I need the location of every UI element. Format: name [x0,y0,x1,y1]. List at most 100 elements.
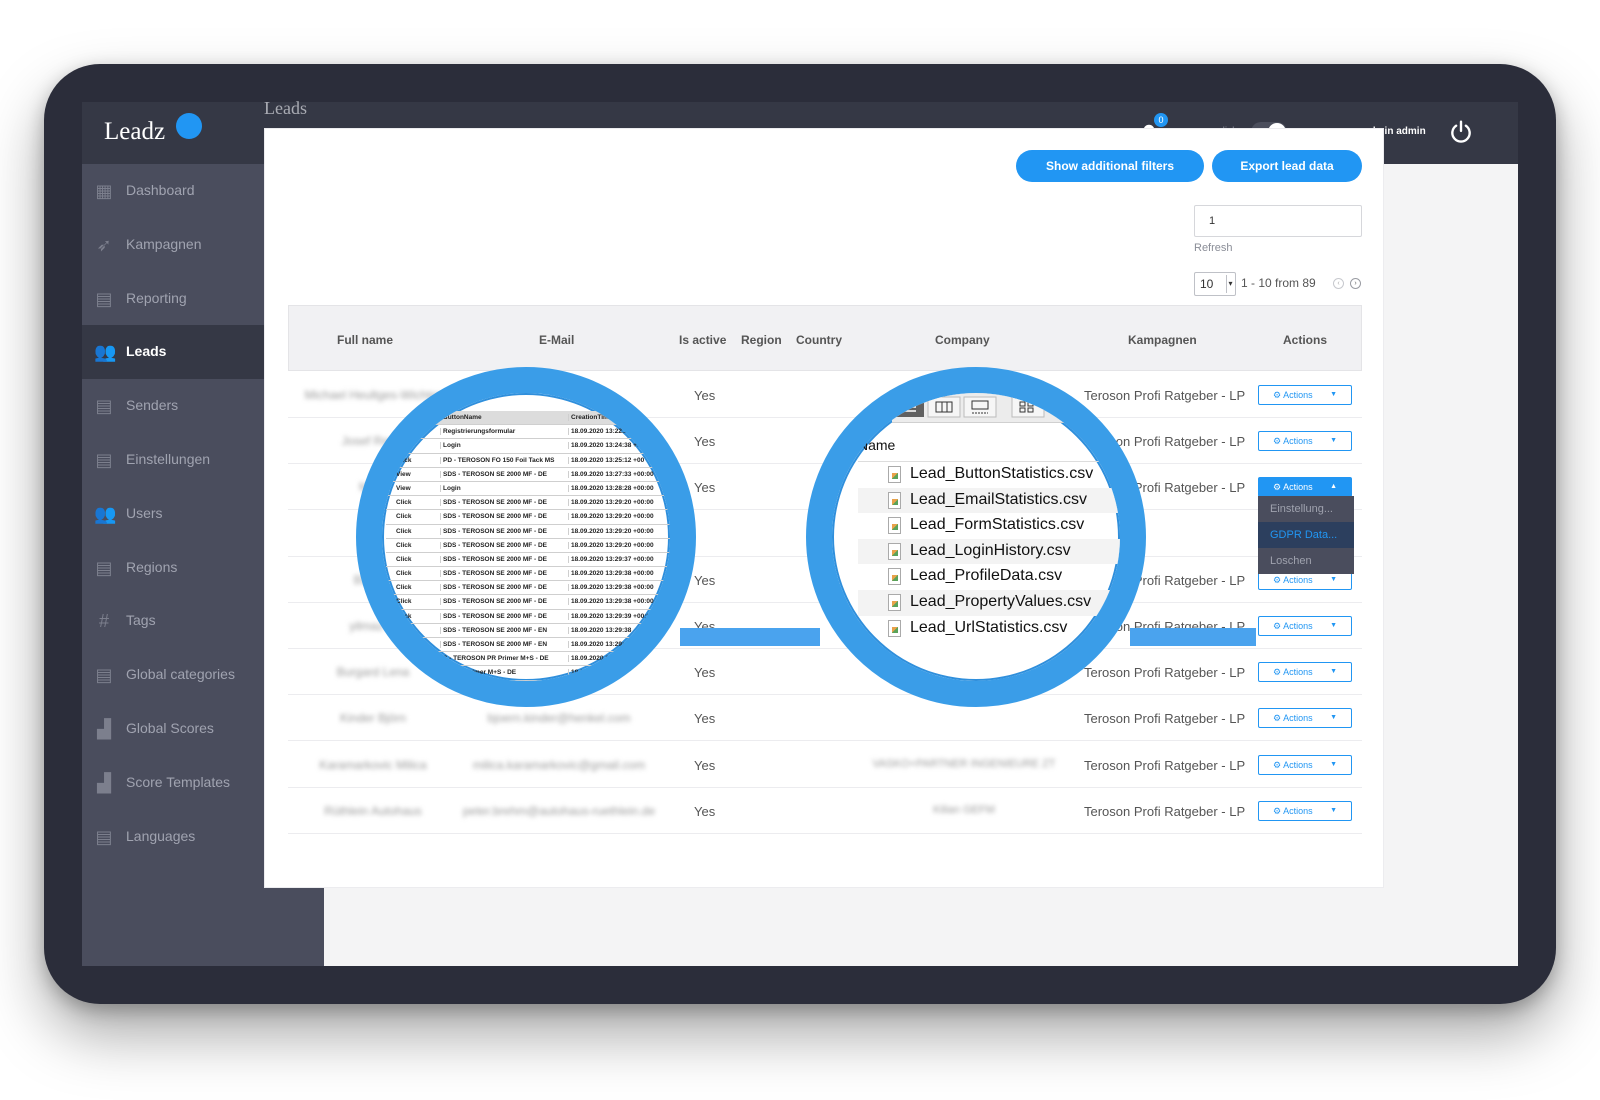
table-row[interactable]: Rüthlein Autohaus peter.brehm@autohaus-ru… [288,788,1362,834]
sheet-cell: Click [396,555,412,563]
prev-page-icon[interactable]: ‹ [1333,278,1344,289]
cell-is-active: Yes [694,480,716,496]
sheet-cell: View [396,470,411,478]
power-icon[interactable] [1448,119,1474,145]
sidebar-item-label: Global categories [126,666,235,683]
cell-kampagnen: Teroson Profi Ratgeber - LP [1084,757,1246,773]
actions-button-label: Actions [1283,805,1313,816]
file-row[interactable]: Lead_ButtonStatistics.csv [858,462,1120,488]
menu-item-settings[interactable]: Einstellung... [1258,496,1354,522]
sheet-cell: SDS - TEROSON SE 2000 MF - EN [440,626,564,634]
sidebar-item-label: Global Scores [126,720,214,736]
actions-button[interactable]: ⚙ Actions ▼ [1258,662,1352,683]
bar-chart-icon: ▟ [97,772,111,793]
document-icon: ▤ [95,396,113,417]
file-row[interactable]: Lead_PropertyValues.csv [858,589,1120,616]
sheet-cell: View [396,484,411,492]
csv-file-icon [888,619,901,637]
refresh-link[interactable]: Refresh [1194,242,1233,254]
sheet-cell: 18.09.2020 13:29:38 +00:00 [568,570,670,578]
sheet-cell: 18.09.2020 13:29:38 +00:00 [568,584,670,592]
sheet-cell: 18.09.2020 13:29:38 +00:00 [568,598,670,606]
gear-icon: ⚙ [1273,667,1284,678]
rocket-icon: ➶ [96,234,112,255]
sheet-cell: Click [396,641,412,648]
header-company[interactable]: Company [935,333,990,347]
cell-is-active: Yes [694,711,716,727]
sheet-row: Click SDS - TEROSON SE 2000 MF - DE 18.09.… [386,581,670,596]
table-row[interactable]: Karamarkovic Milica milica.karamarkovic@g… [288,742,1362,788]
zoom-lens-spreadsheet: ButtonName CreationTime Registrierungsform… [356,367,696,707]
actions-button-label: Actions [1283,621,1313,631]
header-region[interactable]: Region [741,333,782,347]
sheet-cell: 18.09.2020 13:29:20 +00:00 [568,513,670,521]
header-kampagnen[interactable]: Kampagnen [1128,333,1197,347]
show-filters-button[interactable]: Show additional filters [1016,150,1204,182]
file-row[interactable]: Lead_LoginHistory.csv [858,538,1120,565]
cell-kampagnen: Teroson Profi Ratgeber - LP [1084,665,1246,681]
header-full-name[interactable]: Full name [337,333,393,347]
sheet-cell: 18.09.2020 13:2 [568,669,670,677]
actions-button[interactable]: ⚙ Actions ▼ [1258,431,1352,452]
header-is-active[interactable]: Is active [679,333,726,347]
actions-button[interactable]: ⚙ Actions ▼ [1258,754,1352,775]
sidebar-item-label: Users [126,504,163,521]
file-row[interactable]: Lead_FormStatistics.csv [858,513,1120,539]
chevron-down-icon: ▼ [1330,391,1337,398]
csv-file-icon [888,517,901,535]
sheet-cell: SDS - TEROSON SE 2000 MF - DE [440,555,564,563]
sheet-cell: SDS - TEROSON SE 2000 MF - DE [440,499,564,507]
chevron-down-icon: ▼ [1330,760,1337,768]
export-lead-data-button[interactable]: Export lead data [1212,150,1362,182]
actions-button[interactable]: ⚙ Actions ▼ [1258,385,1352,405]
file-row[interactable]: Lead_EmailStatistics.csv [858,487,1120,514]
sheet-row: View Login 18.09.2020 13:28:28 +00:00 [386,482,670,497]
csv-file-icon [888,466,901,483]
sheet-cell: Click [396,570,412,578]
sheet-row: Click SDS - TEROSON SE 2000 MF - DE 18.09.… [386,525,670,539]
actions-button[interactable]: ⚙ Actions ▼ [1258,708,1352,729]
sidebar-item-label: Reporting [126,289,187,306]
sidebar-item-label: Score Templates [126,773,231,790]
view-mode-icons[interactable] [892,393,1112,423]
sheet-cell: ButtonName [440,414,564,421]
chevron-down-icon: ▼ [1330,806,1337,814]
actions-button[interactable]: ⚙ Actions ▼ [1258,616,1352,636]
actions-button[interactable]: ⚙ Actions ▼ [1258,800,1352,821]
file-row[interactable]: Lead_ProfileData.csv [858,564,1120,590]
sheet-cell: 18.09.2020 13:29:38 [568,626,670,634]
actions-button-label: Actions [1283,436,1313,447]
file-name: Lead_ButtonStatistics.csv [910,465,1094,482]
sheet-cell: 18.09.2020 13:29:20 +00:00 [568,499,670,507]
sheet-cell: SDS - TEROSON SE 2000 MF - DE [440,612,564,620]
file-row[interactable]: Lead_UrlStatistics.csv [858,616,1120,642]
next-page-icon[interactable]: › [1350,278,1361,289]
sidebar-item-label: Einstellungen [126,451,211,467]
file-name: Lead_FormStatistics.csv [910,516,1085,534]
header-country[interactable]: Country [796,333,842,347]
menu-item-delete[interactable]: Loschen [1258,548,1354,574]
sheet-row: Click SDS - TEROSON SE 2000 MF - DE 18.09.… [386,539,670,553]
header-email[interactable]: E-Mail [539,333,574,347]
cell-is-active: Yes [694,803,716,819]
gear-icon: ⚙ [1273,436,1284,447]
menu-item-gdpr-data[interactable]: GDPR Data... [1258,522,1354,548]
sidebar-item-label: Leads [126,343,167,360]
gear-icon: ⚙ [1273,574,1284,585]
csv-file-icon [888,593,901,611]
sheet-cell: Click [396,612,412,620]
cell-full-name: Rüthlein Autohaus [324,803,422,818]
sheet-cell: Click [396,527,412,535]
sheet-cell: 18.09.2020 13:22:2 [568,428,670,436]
actions-button-label: Actions [1283,759,1313,770]
actions-button-label: Actions [1283,574,1313,585]
actions-button[interactable]: ⚙ Actions ▲ [1258,477,1352,498]
sheet-row: Click PD - TEROSON FO 150 Foil Tack MS 18.… [386,454,670,468]
chevron-down-icon[interactable]: ▾ [1226,275,1234,293]
table-row[interactable]: Kinder Björn bjoern.kinder@henkel.com Yes T… [288,695,1362,742]
csv-file-icon [888,491,901,509]
sheet-cell: Login [440,442,564,450]
sheet-row: Registrierungsformular 18.09.2020 13:22:2 [386,425,670,440]
document-icon: ▤ [95,826,113,847]
page-number-input[interactable] [1194,205,1362,237]
